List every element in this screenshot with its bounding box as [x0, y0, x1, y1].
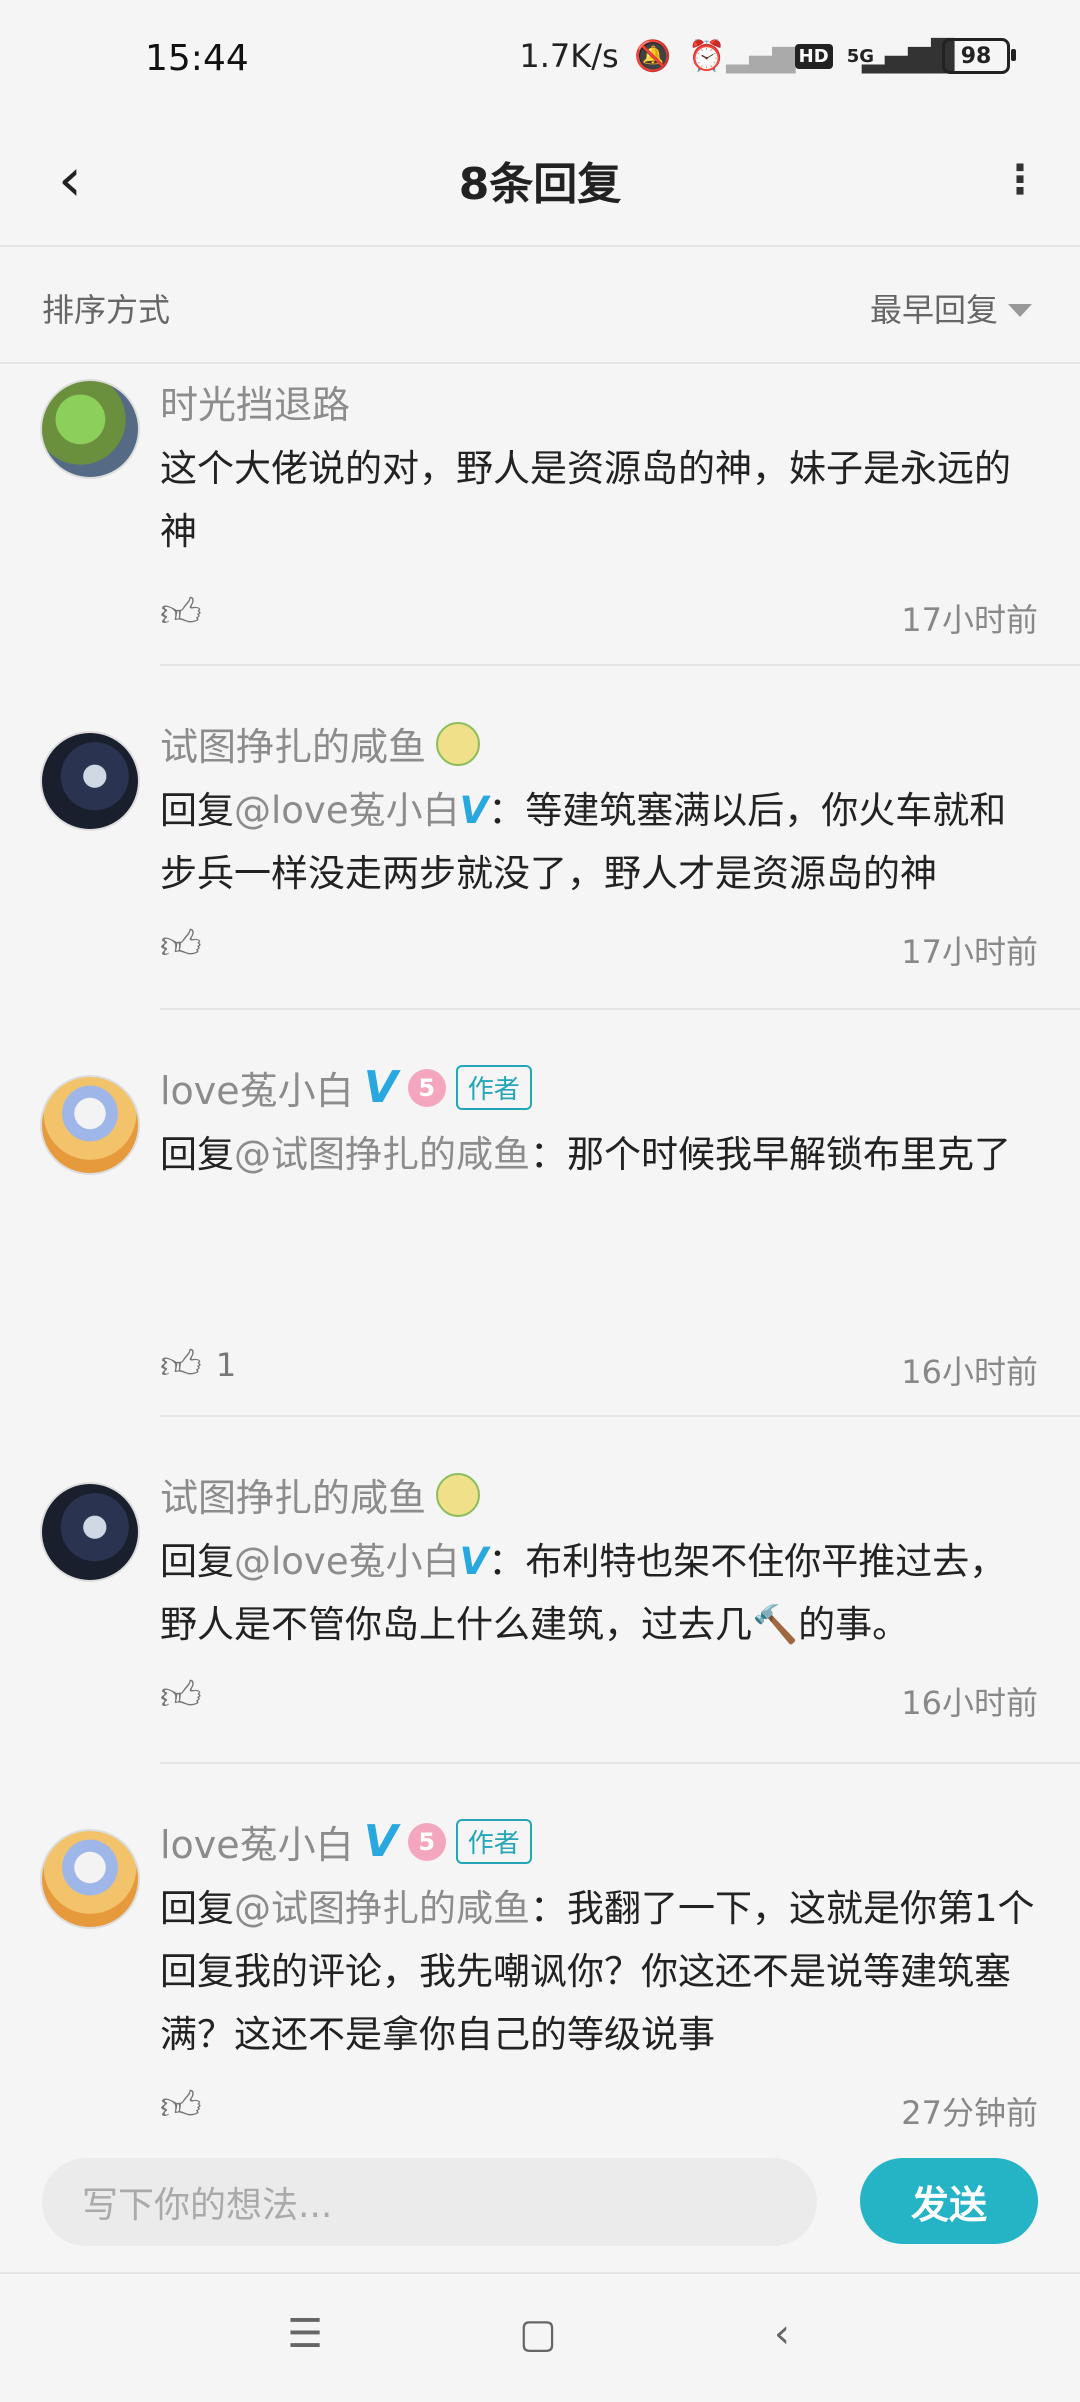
reply-prefix: 回复 — [160, 789, 234, 832]
sort-label: 排序方式 — [42, 291, 171, 329]
like-button[interactable]: 👍︎ — [160, 1672, 216, 1720]
back-nav-icon[interactable]: ‹ — [752, 2304, 812, 2364]
like-count: 1 — [215, 1346, 237, 1384]
comment-time: 17小时前 — [901, 933, 1038, 971]
verified-icon: V — [363, 1062, 398, 1113]
status-time: 15:44 — [145, 38, 249, 79]
verified-icon: V — [459, 1540, 489, 1583]
username[interactable]: love菟小白 V 5 作者 — [160, 1764, 1080, 1869]
username[interactable]: 试图挣扎的咸鱼 — [160, 666, 1080, 771]
mute-icon: 🔕 — [633, 38, 672, 74]
comment-body: ：那个时候我早解锁布里克了 — [530, 1133, 1011, 1176]
more-options-icon[interactable]: ⋮ — [990, 140, 1050, 220]
badge-emoji-icon — [436, 1472, 481, 1517]
thumbs-up-icon: 👍︎ — [160, 1673, 202, 1719]
comment-item: 时光挡退路 这个大佬说的对，野人是资源岛的神，妹子是永远的神 👍︎ 17小时前 — [40, 364, 1080, 666]
reply-mention[interactable]: @试图挣扎的咸鱼 — [234, 1887, 530, 1930]
comment-input[interactable]: 写下你的想法... — [42, 2158, 817, 2246]
reply-mention[interactable]: @love菟小白 — [234, 1540, 460, 1583]
comment-item: love菟小白 V 5 作者 回复@试图挣扎的咸鱼：我翻了一下，这就是你第1个回… — [40, 1764, 1080, 2144]
comment-list: 时光挡退路 这个大佬说的对，野人是资源岛的神，妹子是永远的神 👍︎ 17小时前 … — [0, 364, 1080, 2144]
username[interactable]: 试图挣扎的咸鱼 — [160, 1417, 1080, 1522]
author-tag: 作者 — [455, 1065, 532, 1110]
reply-prefix: 回复 — [160, 1133, 234, 1176]
like-button[interactable]: 👍︎ 1 — [160, 1341, 236, 1389]
comment-text: 回复@love菟小白V：等建筑塞满以后，你火车就和步兵一样没走两步就没了，野人才… — [160, 779, 1080, 905]
username[interactable]: love菟小白 V 5 作者 — [160, 1010, 1080, 1115]
username-text: 试图挣扎的咸鱼 — [160, 725, 427, 769]
comment-meta: 👍︎ 16小时前 — [160, 1656, 1080, 1746]
comment-meta: 👍︎ 17小时前 — [160, 573, 1080, 663]
hd-icon: HD — [794, 43, 833, 69]
cell-signal-icon: ▂▄▆█ — [861, 38, 955, 74]
page-title: 8条回复 — [458, 159, 622, 210]
thumbs-up-icon: 👍︎ — [160, 922, 202, 968]
comment-body: 这个大佬说的对，野人是资源岛的神，妹子是永远的神 — [160, 447, 1011, 553]
send-button[interactable]: 发送 — [860, 2158, 1038, 2244]
status-bar: 15:44 1.7K/s 🔕 ⏰ ▂▄▆ HD 5G ▂▄▆█ 98 — [0, 0, 1080, 120]
username-text: 试图挣扎的咸鱼 — [160, 1476, 427, 1520]
verified-icon: V — [363, 1816, 398, 1867]
comment-meta: 👍︎ 1 16小时前 — [160, 1325, 1080, 1415]
wifi-signal-icon: ▂▄▆ — [726, 38, 796, 74]
comment-text: 回复@love菟小白V：布利特也架不住你平推过去，野人是不管你岛上什么建筑，过去… — [160, 1530, 1080, 1656]
comment-text: 这个大佬说的对，野人是资源岛的神，妹子是永远的神 — [160, 437, 1080, 563]
reply-mention[interactable]: @love菟小白 — [234, 789, 460, 832]
username-text: love菟小白 — [160, 1069, 354, 1113]
avatar[interactable] — [40, 1482, 140, 1582]
verified-icon: V — [459, 789, 489, 832]
thumbs-up-icon: 👍︎ — [160, 590, 202, 636]
thumbs-up-icon: 👍︎ — [160, 2083, 202, 2129]
comment-time: 17小时前 — [901, 601, 1038, 639]
system-nav-bar: ☰ ▢ ‹ — [0, 2272, 1080, 2402]
username-text: love菟小白 — [160, 1823, 354, 1867]
comment-meta: 👍︎ 17小时前 — [160, 905, 1080, 995]
avatar[interactable] — [40, 1829, 140, 1929]
comment-item: love菟小白 V 5 作者 回复@试图挣扎的咸鱼：那个时候我早解锁布里克了 👍… — [40, 1010, 1080, 1417]
sort-dropdown[interactable]: 最早回复 — [870, 285, 1032, 331]
like-button[interactable]: 👍︎ — [160, 589, 216, 637]
sort-bar: 排序方式 最早回复 — [0, 247, 1080, 364]
caret-down-icon — [1008, 303, 1032, 317]
username[interactable]: 时光挡退路 — [160, 364, 1080, 429]
username-text: 时光挡退路 — [160, 383, 351, 427]
like-button[interactable]: 👍︎ — [160, 2082, 216, 2130]
avatar[interactable] — [40, 1075, 140, 1175]
reply-mention[interactable]: @试图挣扎的咸鱼 — [234, 1133, 530, 1176]
level-badge: 5 — [407, 1822, 446, 1861]
comment-text: 回复@试图挣扎的咸鱼：我翻了一下，这就是你第1个回复我的评论，我先嘲讽你？你这还… — [160, 1877, 1080, 2066]
status-icons: 1.7K/s 🔕 ⏰ ▂▄▆ HD 5G ▂▄▆█ 98 — [519, 36, 1016, 76]
level-badge: 5 — [407, 1068, 446, 1107]
battery-icon: 98 — [942, 38, 1016, 74]
alarm-icon: ⏰ — [687, 38, 726, 74]
sort-value: 最早回复 — [869, 291, 998, 329]
badge-emoji-icon — [436, 721, 481, 766]
comment-composer: 写下你的想法... 发送 — [0, 2134, 1080, 2270]
avatar[interactable] — [40, 379, 140, 479]
avatar[interactable] — [40, 731, 140, 831]
comment-time: 16小时前 — [901, 1684, 1038, 1722]
comment-item: 试图挣扎的咸鱼 回复@love菟小白V：等建筑塞满以后，你火车就和步兵一样没走两… — [40, 666, 1080, 1010]
comment-item: 试图挣扎的咸鱼 回复@love菟小白V：布利特也架不住你平推过去，野人是不管你岛… — [40, 1417, 1080, 1764]
comment-text: 回复@试图挣扎的咸鱼：那个时候我早解锁布里克了 — [160, 1123, 1080, 1186]
comment-time: 16小时前 — [901, 1353, 1038, 1391]
like-button[interactable]: 👍︎ — [160, 921, 216, 969]
reply-prefix: 回复 — [160, 1540, 234, 1583]
author-tag: 作者 — [455, 1819, 532, 1864]
home-icon[interactable]: ▢ — [508, 2304, 568, 2364]
thumbs-up-icon: 👍︎ — [160, 1342, 202, 1388]
menu-icon[interactable]: ☰ — [275, 2304, 335, 2364]
top-nav: ‹ 8条回复 ⋮ — [0, 120, 1080, 247]
network-speed: 1.7K/s — [519, 37, 619, 75]
reply-prefix: 回复 — [160, 1887, 234, 1930]
comment-time: 27分钟前 — [901, 2094, 1038, 2132]
